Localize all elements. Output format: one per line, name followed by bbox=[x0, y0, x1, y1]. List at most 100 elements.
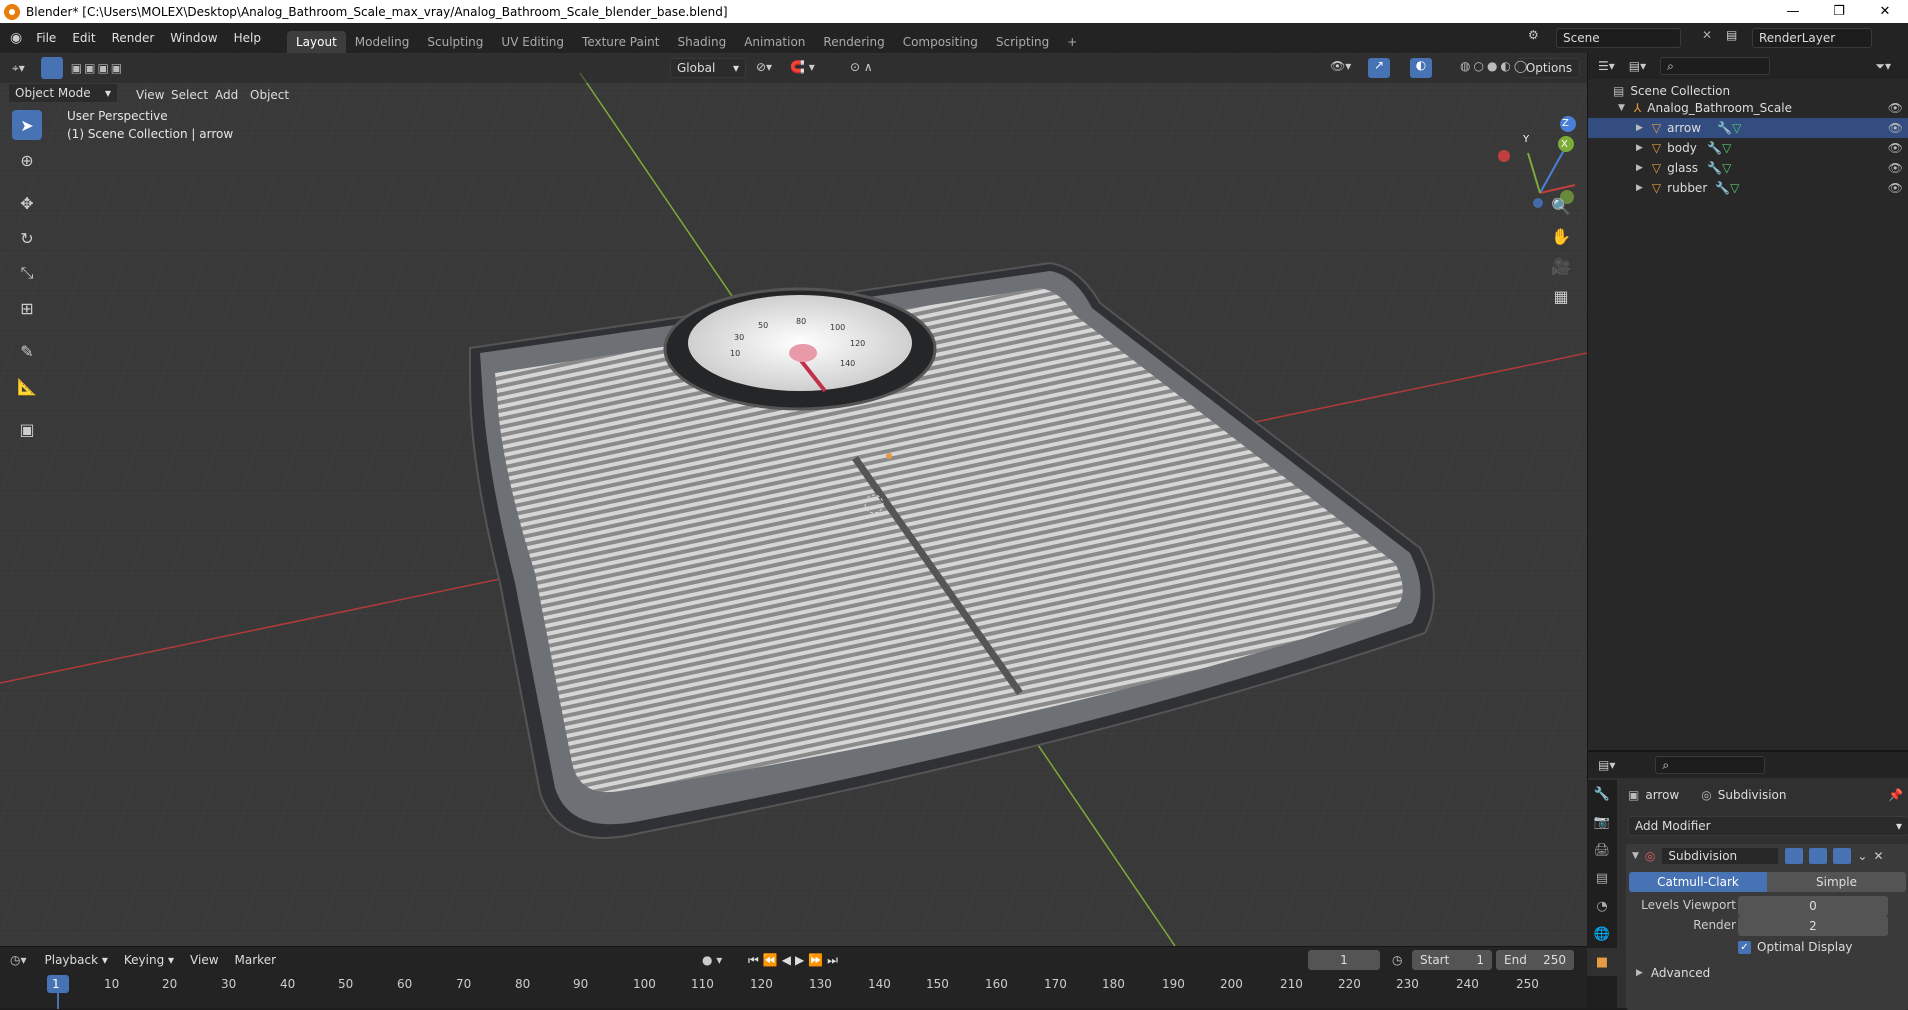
scale-tool[interactable]: ⤡ bbox=[12, 258, 42, 288]
rotate-tool[interactable]: ↻ bbox=[12, 223, 42, 253]
select-box-tool[interactable]: ➤ bbox=[12, 110, 42, 140]
view-layer-tab-icon[interactable]: ▤ bbox=[1587, 864, 1617, 892]
menu-window[interactable]: Window bbox=[162, 31, 225, 45]
render-layer-selector[interactable]: RenderLayer bbox=[1752, 28, 1872, 48]
properties-search-input[interactable]: ⌕ bbox=[1655, 756, 1766, 774]
object-tab-icon[interactable]: ■ bbox=[1587, 948, 1617, 976]
eye-icon[interactable]: 👁 bbox=[1888, 101, 1903, 115]
3d-viewport[interactable]: Z Y X 10 30 50 80 100 120 140 User Persp… bbox=[0, 53, 1587, 946]
collapse-icon[interactable]: ▼ bbox=[1632, 851, 1639, 861]
visibility-icon[interactable]: 👁▾ bbox=[1330, 59, 1351, 73]
scene-tab-icon[interactable]: ◔ bbox=[1587, 892, 1617, 920]
tab-sculpting[interactable]: Sculpting bbox=[418, 31, 492, 53]
expand-right-icon[interactable]: ▶ bbox=[1636, 163, 1643, 173]
scene-icon[interactable]: ⚙ bbox=[1528, 28, 1539, 42]
add-cube-tool[interactable]: ▣ bbox=[12, 414, 42, 444]
mesh-data-icon[interactable]: ▽ bbox=[1722, 161, 1731, 175]
annotate-tool[interactable]: ✎ bbox=[12, 336, 42, 366]
tab-texture-paint[interactable]: Texture Paint bbox=[573, 31, 668, 53]
close-window-button[interactable]: ✕ bbox=[1862, 0, 1908, 23]
mesh-data-icon[interactable]: ▽ bbox=[1722, 141, 1731, 155]
tab-uv-editing[interactable]: UV Editing bbox=[492, 31, 573, 53]
filter-icon[interactable]: ⏷▾ bbox=[1875, 59, 1891, 74]
mesh-data-icon[interactable]: ▽ bbox=[1730, 181, 1739, 195]
close-scene-icon[interactable]: ✕ bbox=[1702, 28, 1712, 42]
close-icon[interactable]: ✕ bbox=[1873, 849, 1883, 863]
eye-icon[interactable]: 👁 bbox=[1888, 161, 1903, 175]
eye-icon[interactable]: 👁 bbox=[1888, 181, 1903, 195]
render-tab-icon[interactable]: 📷 bbox=[1587, 808, 1617, 836]
simple-tab[interactable]: Simple bbox=[1767, 872, 1906, 892]
expand-right-icon[interactable]: ▶ bbox=[1636, 123, 1643, 133]
menu-file[interactable]: File bbox=[28, 31, 64, 45]
tab-layout[interactable]: Layout bbox=[286, 31, 346, 53]
outliner-row-rubber[interactable]: ▶ ▽ rubber 🔧 ▽ 👁 bbox=[1588, 178, 1908, 198]
maximize-button[interactable]: ❐ bbox=[1816, 0, 1862, 23]
expand-right-icon[interactable]: ▶ bbox=[1636, 143, 1643, 153]
render-toggle-icon[interactable] bbox=[1833, 848, 1852, 864]
render-layer-icon[interactable]: ▤ bbox=[1726, 28, 1737, 42]
tool-tab-icon[interactable]: 🔧 bbox=[1587, 780, 1617, 808]
chevron-down-icon[interactable]: ⌄ bbox=[1857, 849, 1867, 863]
edit-mode-toggle-icon[interactable] bbox=[1785, 848, 1804, 864]
shading-mode-icons[interactable]: ◍○●◐◯ bbox=[1460, 59, 1530, 73]
display-mode-icon[interactable]: ☰▾ bbox=[1598, 59, 1615, 73]
tab-modeling[interactable]: Modeling bbox=[346, 31, 419, 53]
mode-dropdown[interactable]: Object Mode ▾ bbox=[8, 83, 118, 103]
advanced-subpanel[interactable]: ▶ Advanced bbox=[1636, 966, 1710, 980]
render-levels-field[interactable]: 2 bbox=[1738, 916, 1888, 936]
timeline-ruler[interactable]: 1 10 20 30 40 50 60 70 80 90 100 110 120 130 140 150 160… bbox=[0, 947, 1587, 1009]
pivot-icon[interactable]: ⊘▾ bbox=[756, 60, 772, 74]
ortho-toggle-button[interactable]: ▦ bbox=[1548, 283, 1574, 309]
selection-mode-icons[interactable]: ▣▣▣▣ bbox=[71, 61, 124, 75]
pin-icon[interactable]: 📌 bbox=[1888, 788, 1903, 802]
zoom-button[interactable]: 🔍 bbox=[1548, 193, 1574, 219]
eye-icon[interactable]: 👁 bbox=[1888, 121, 1903, 135]
cursor-tool[interactable]: ⊕ bbox=[12, 145, 42, 175]
proportional-edit-icon[interactable]: ⊙ ∧ bbox=[850, 60, 873, 74]
mesh-data-icon[interactable]: ▽ bbox=[1732, 121, 1741, 135]
add-modifier-dropdown[interactable]: Add Modifier ▾ bbox=[1628, 816, 1908, 836]
editor-type-icon[interactable]: ▤▾ bbox=[1598, 758, 1615, 772]
expand-down-icon[interactable]: ▼ bbox=[1618, 103, 1625, 113]
gizmo-x-label[interactable]: X bbox=[1561, 139, 1568, 150]
outliner-search-input[interactable]: ⌕ bbox=[1660, 57, 1771, 75]
scene-selector[interactable]: Scene bbox=[1556, 28, 1681, 48]
optimal-display-checkbox[interactable]: ✓ Optimal Display bbox=[1738, 940, 1853, 954]
pan-button[interactable]: ✋ bbox=[1548, 223, 1574, 249]
measure-tool[interactable]: 📐 bbox=[12, 371, 42, 401]
menu-edit[interactable]: Edit bbox=[64, 31, 103, 45]
transform-orientation-dropdown[interactable]: Global ▾ bbox=[670, 58, 746, 78]
gizmo-toggle-icon[interactable]: ↗ bbox=[1368, 58, 1390, 78]
catmull-clark-tab[interactable]: Catmull-Clark bbox=[1629, 872, 1767, 892]
levels-viewport-field[interactable]: 0 bbox=[1738, 896, 1888, 916]
gizmo-z-label[interactable]: Z bbox=[1562, 118, 1569, 129]
outliner-row-body[interactable]: ▶ ▽ body 🔧 ▽ 👁 bbox=[1588, 138, 1908, 158]
wrench-icon[interactable]: 🔧 bbox=[1707, 161, 1722, 175]
gizmo-y-label[interactable]: Y bbox=[1523, 134, 1529, 145]
wrench-icon[interactable]: 🔧 bbox=[1707, 141, 1722, 155]
outliner-row-arrow[interactable]: ▶ ▽ arrow 🔧 ▽ 👁 bbox=[1588, 118, 1908, 138]
move-tool[interactable]: ✥ bbox=[12, 188, 42, 218]
output-tab-icon[interactable]: 🖨 bbox=[1587, 836, 1617, 864]
world-tab-icon[interactable]: 🌐 bbox=[1587, 920, 1617, 948]
overlay-toggle-icon[interactable]: ◐ bbox=[1410, 58, 1432, 78]
filter-view-icon[interactable]: ▤▾ bbox=[1629, 59, 1646, 73]
tab-compositing[interactable]: Compositing bbox=[894, 31, 987, 53]
transform-tool[interactable]: ⊞ bbox=[12, 293, 42, 323]
menu-render[interactable]: Render bbox=[104, 31, 163, 45]
outliner-collection-row[interactable]: ▼ ⅄ Analog_Bathroom_Scale 👁 bbox=[1588, 98, 1908, 118]
minimize-button[interactable]: — bbox=[1770, 0, 1816, 23]
menu-object[interactable]: Object bbox=[242, 85, 297, 105]
wrench-icon[interactable]: 🔧 bbox=[1717, 121, 1732, 135]
select-mode-icon[interactable] bbox=[40, 57, 63, 79]
snap-icon[interactable]: 🧲 ▾ bbox=[790, 60, 815, 74]
tab-animation[interactable]: Animation bbox=[735, 31, 814, 53]
tab-shading[interactable]: Shading bbox=[668, 31, 735, 53]
modifier-name-field[interactable]: Subdivision bbox=[1661, 847, 1780, 865]
viewport-toggle-icon[interactable] bbox=[1809, 848, 1828, 864]
add-workspace-button[interactable]: + bbox=[1058, 31, 1086, 53]
menu-add[interactable]: Add bbox=[207, 85, 246, 105]
eye-icon[interactable]: 👁 bbox=[1888, 141, 1903, 155]
expand-right-icon[interactable]: ▶ bbox=[1636, 183, 1643, 193]
